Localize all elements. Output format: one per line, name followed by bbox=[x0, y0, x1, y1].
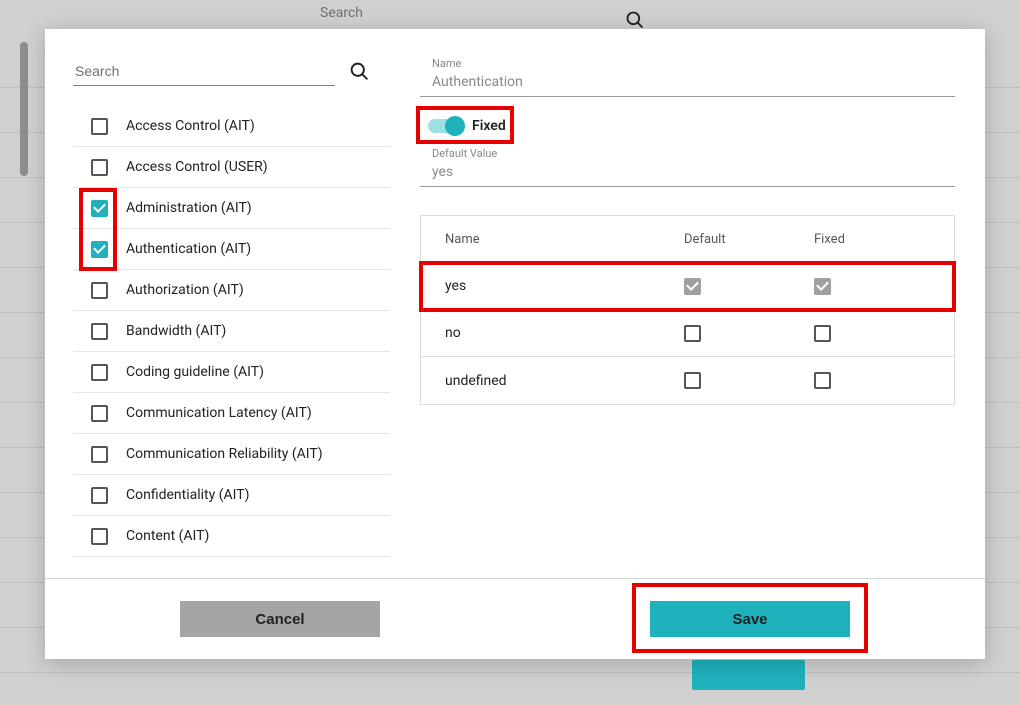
cell-name: undefined bbox=[421, 373, 684, 389]
name-value[interactable]: Authentication bbox=[432, 74, 955, 94]
list-item-label: Authorization (AIT) bbox=[126, 282, 244, 298]
list-item[interactable]: Authentication (AIT) bbox=[73, 229, 390, 270]
list-item-label: Administration (AIT) bbox=[126, 200, 252, 216]
cell-default bbox=[684, 372, 814, 389]
table-row: yes bbox=[421, 263, 954, 310]
search-input[interactable] bbox=[73, 57, 335, 86]
name-field: Name Authentication bbox=[420, 57, 955, 97]
cell-fixed bbox=[814, 372, 954, 389]
checkbox-icon[interactable] bbox=[814, 325, 831, 342]
checkbox-icon[interactable] bbox=[684, 278, 701, 295]
checkbox-icon[interactable] bbox=[91, 528, 108, 545]
fixed-toggle[interactable] bbox=[428, 119, 462, 133]
checkbox-icon[interactable] bbox=[91, 364, 108, 381]
cell-name: no bbox=[421, 325, 684, 341]
bg-search-placeholder: Search bbox=[320, 5, 363, 21]
checkbox-icon[interactable] bbox=[91, 446, 108, 463]
fixed-toggle-label: Fixed bbox=[472, 118, 506, 134]
list-item-label: Authentication (AIT) bbox=[126, 241, 251, 257]
list-item[interactable]: Administration (AIT) bbox=[73, 188, 390, 229]
default-value-field: Default Value yes bbox=[420, 147, 955, 187]
list-item-label: Access Control (AIT) bbox=[126, 118, 255, 134]
col-name-header: Name bbox=[421, 232, 684, 247]
right-pane: Name Authentication Fixed Default Value … bbox=[390, 29, 985, 578]
checkbox-list[interactable]: Access Control (AIT) Access Control (USER… bbox=[73, 106, 390, 578]
list-item-label: Content (AIT) bbox=[126, 528, 209, 544]
cell-fixed bbox=[814, 278, 954, 295]
list-item[interactable]: Bandwidth (AIT) bbox=[73, 311, 390, 352]
modal-footer: Cancel Save bbox=[45, 578, 985, 659]
list-item-label: Communication Latency (AIT) bbox=[126, 405, 312, 421]
checkbox-icon[interactable] bbox=[814, 372, 831, 389]
checkbox-icon[interactable] bbox=[91, 405, 108, 422]
checkbox-icon[interactable] bbox=[91, 487, 108, 504]
col-fixed-header: Fixed bbox=[814, 232, 954, 247]
list-item[interactable]: Coding guideline (AIT) bbox=[73, 352, 390, 393]
cancel-button[interactable]: Cancel bbox=[180, 601, 380, 637]
checkbox-icon[interactable] bbox=[684, 325, 701, 342]
default-value-label: Default Value bbox=[432, 147, 955, 160]
list-item[interactable]: Access Control (USER) bbox=[73, 147, 390, 188]
left-pane: Access Control (AIT) Access Control (USER… bbox=[45, 29, 390, 578]
search-icon[interactable] bbox=[349, 61, 370, 82]
list-item-label: Communication Reliability (AIT) bbox=[126, 446, 323, 462]
table-row: no bbox=[421, 310, 954, 357]
bg-search-bar: Search bbox=[0, 0, 1020, 25]
checkbox-icon[interactable] bbox=[684, 372, 701, 389]
search-row bbox=[73, 57, 370, 86]
list-item[interactable]: Communication Latency (AIT) bbox=[73, 393, 390, 434]
cell-default bbox=[684, 278, 814, 295]
checkbox-icon[interactable] bbox=[91, 200, 108, 217]
bg-primary-button bbox=[692, 660, 805, 690]
modal-body: Access Control (AIT) Access Control (USER… bbox=[45, 29, 985, 578]
list-item[interactable]: Communication Reliability (AIT) bbox=[73, 434, 390, 475]
cell-default bbox=[684, 325, 814, 342]
list-item-label: Bandwidth (AIT) bbox=[126, 323, 226, 339]
list-item[interactable]: Confidentiality (AIT) bbox=[73, 475, 390, 516]
col-default-header: Default bbox=[684, 232, 814, 247]
list-item[interactable]: Content (AIT) bbox=[73, 516, 390, 557]
save-button[interactable]: Save bbox=[650, 601, 850, 637]
cell-name: yes bbox=[421, 278, 684, 294]
checkbox-icon[interactable] bbox=[91, 159, 108, 176]
fixed-toggle-row: Fixed bbox=[420, 109, 506, 143]
default-value[interactable]: yes bbox=[432, 164, 955, 184]
checkbox-icon[interactable] bbox=[91, 241, 108, 258]
modal-dialog: Access Control (AIT) Access Control (USER… bbox=[45, 29, 985, 659]
checkbox-icon[interactable] bbox=[91, 118, 108, 135]
list-item-label: Access Control (USER) bbox=[126, 159, 268, 175]
name-label: Name bbox=[432, 57, 955, 70]
checkbox-icon[interactable] bbox=[814, 278, 831, 295]
bg-scrollbar bbox=[20, 42, 28, 176]
list-item-label: Confidentiality (AIT) bbox=[126, 487, 249, 503]
table-header: Name Default Fixed bbox=[421, 216, 954, 263]
list-item-label: Coding guideline (AIT) bbox=[126, 364, 264, 380]
checkbox-icon[interactable] bbox=[91, 323, 108, 340]
list-item[interactable]: Access Control (AIT) bbox=[73, 106, 390, 147]
cell-fixed bbox=[814, 325, 954, 342]
search-icon bbox=[625, 10, 645, 30]
values-table: Name Default Fixed yes no undefined bbox=[420, 215, 955, 405]
table-row: undefined bbox=[421, 357, 954, 404]
list-item[interactable]: Authorization (AIT) bbox=[73, 270, 390, 311]
checkbox-icon[interactable] bbox=[91, 282, 108, 299]
